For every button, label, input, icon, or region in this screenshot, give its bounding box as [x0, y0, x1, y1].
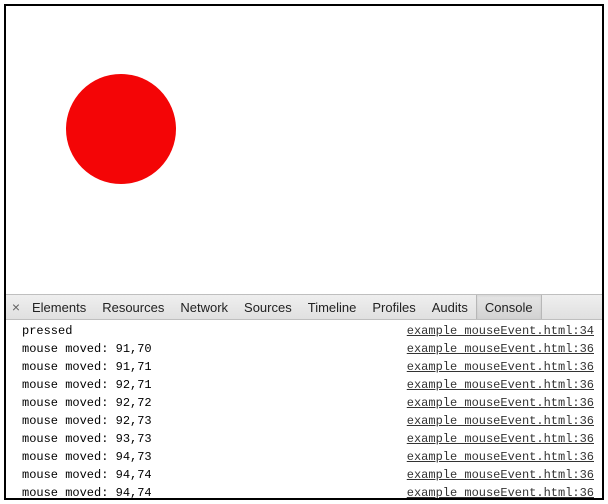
- tab-label: Audits: [432, 300, 468, 315]
- tab-audits[interactable]: Audits: [424, 295, 476, 319]
- console-log-row: mouse moved: 91,71 example mouseEvent.htm…: [22, 358, 596, 376]
- tab-label: Console: [485, 300, 533, 315]
- devtools-tabbar: × Elements Resources Network Sources Timelin…: [6, 295, 602, 320]
- console-log-source-link[interactable]: example mouseEvent.html:36: [407, 358, 596, 376]
- console-log-source-link[interactable]: example mouseEvent.html:36: [407, 376, 596, 394]
- console-log-row: mouse moved: 94,73 example mouseEvent.htm…: [22, 448, 596, 466]
- console-log-message: mouse moved: 94,74: [22, 484, 152, 498]
- console-log-message: mouse moved: 92,71: [22, 376, 152, 394]
- console-log-source-link[interactable]: example mouseEvent.html:34: [407, 322, 596, 340]
- console-log-message: mouse moved: 92,73: [22, 412, 152, 430]
- tab-label: Profiles: [372, 300, 415, 315]
- console-log-message: mouse moved: 91,71: [22, 358, 152, 376]
- tab-network[interactable]: Network: [172, 295, 236, 319]
- console-log-message: mouse moved: 94,73: [22, 448, 152, 466]
- console-log-row: mouse moved: 94,74 example mouseEvent.htm…: [22, 484, 596, 498]
- console-log-row: mouse moved: 91,70 example mouseEvent.htm…: [22, 340, 596, 358]
- console-log-message: mouse moved: 91,70: [22, 340, 152, 358]
- tab-label: Timeline: [308, 300, 357, 315]
- tab-label: Sources: [244, 300, 292, 315]
- console-log-message: mouse moved: 94,74: [22, 466, 152, 484]
- console-log-row: mouse moved: 92,73 example mouseEvent.htm…: [22, 412, 596, 430]
- close-icon[interactable]: ×: [8, 299, 24, 315]
- console-log-source-link[interactable]: example mouseEvent.html:36: [407, 448, 596, 466]
- console-log-message: pressed: [22, 322, 72, 340]
- console-log-row: mouse moved: 92,72 example mouseEvent.htm…: [22, 394, 596, 412]
- console-log-source-link[interactable]: example mouseEvent.html:36: [407, 430, 596, 448]
- tab-sources[interactable]: Sources: [236, 295, 300, 319]
- tab-timeline[interactable]: Timeline: [300, 295, 365, 319]
- console-log-source-link[interactable]: example mouseEvent.html:36: [407, 394, 596, 412]
- window: × Elements Resources Network Sources Timelin…: [4, 4, 604, 500]
- tab-profiles[interactable]: Profiles: [364, 295, 423, 319]
- devtools-panel: × Elements Resources Network Sources Timelin…: [6, 294, 602, 498]
- console-log-row: mouse moved: 94,74 example mouseEvent.htm…: [22, 466, 596, 484]
- page-viewport[interactable]: [6, 6, 602, 294]
- console-log-message: mouse moved: 92,72: [22, 394, 152, 412]
- console-log-source-link[interactable]: example mouseEvent.html:36: [407, 340, 596, 358]
- tab-label: Network: [180, 300, 228, 315]
- console-log-source-link[interactable]: example mouseEvent.html:36: [407, 484, 596, 498]
- console-output[interactable]: pressedexample mouseEvent.html:34mouse m…: [6, 320, 602, 498]
- console-log-row: mouse moved: 93,73 example mouseEvent.htm…: [22, 430, 596, 448]
- tab-console[interactable]: Console: [476, 295, 542, 319]
- red-circle[interactable]: [66, 74, 176, 184]
- console-log-message: mouse moved: 93,73: [22, 430, 152, 448]
- tab-label: Elements: [32, 300, 86, 315]
- console-log-row: mouse moved: 92,71 example mouseEvent.htm…: [22, 376, 596, 394]
- tab-resources[interactable]: Resources: [94, 295, 172, 319]
- console-log-row: pressed example mouseEvent.html:34: [22, 322, 596, 340]
- tab-label: Resources: [102, 300, 164, 315]
- tab-elements[interactable]: Elements: [24, 295, 94, 319]
- console-log-source-link[interactable]: example mouseEvent.html:36: [407, 412, 596, 430]
- console-log-source-link[interactable]: example mouseEvent.html:36: [407, 466, 596, 484]
